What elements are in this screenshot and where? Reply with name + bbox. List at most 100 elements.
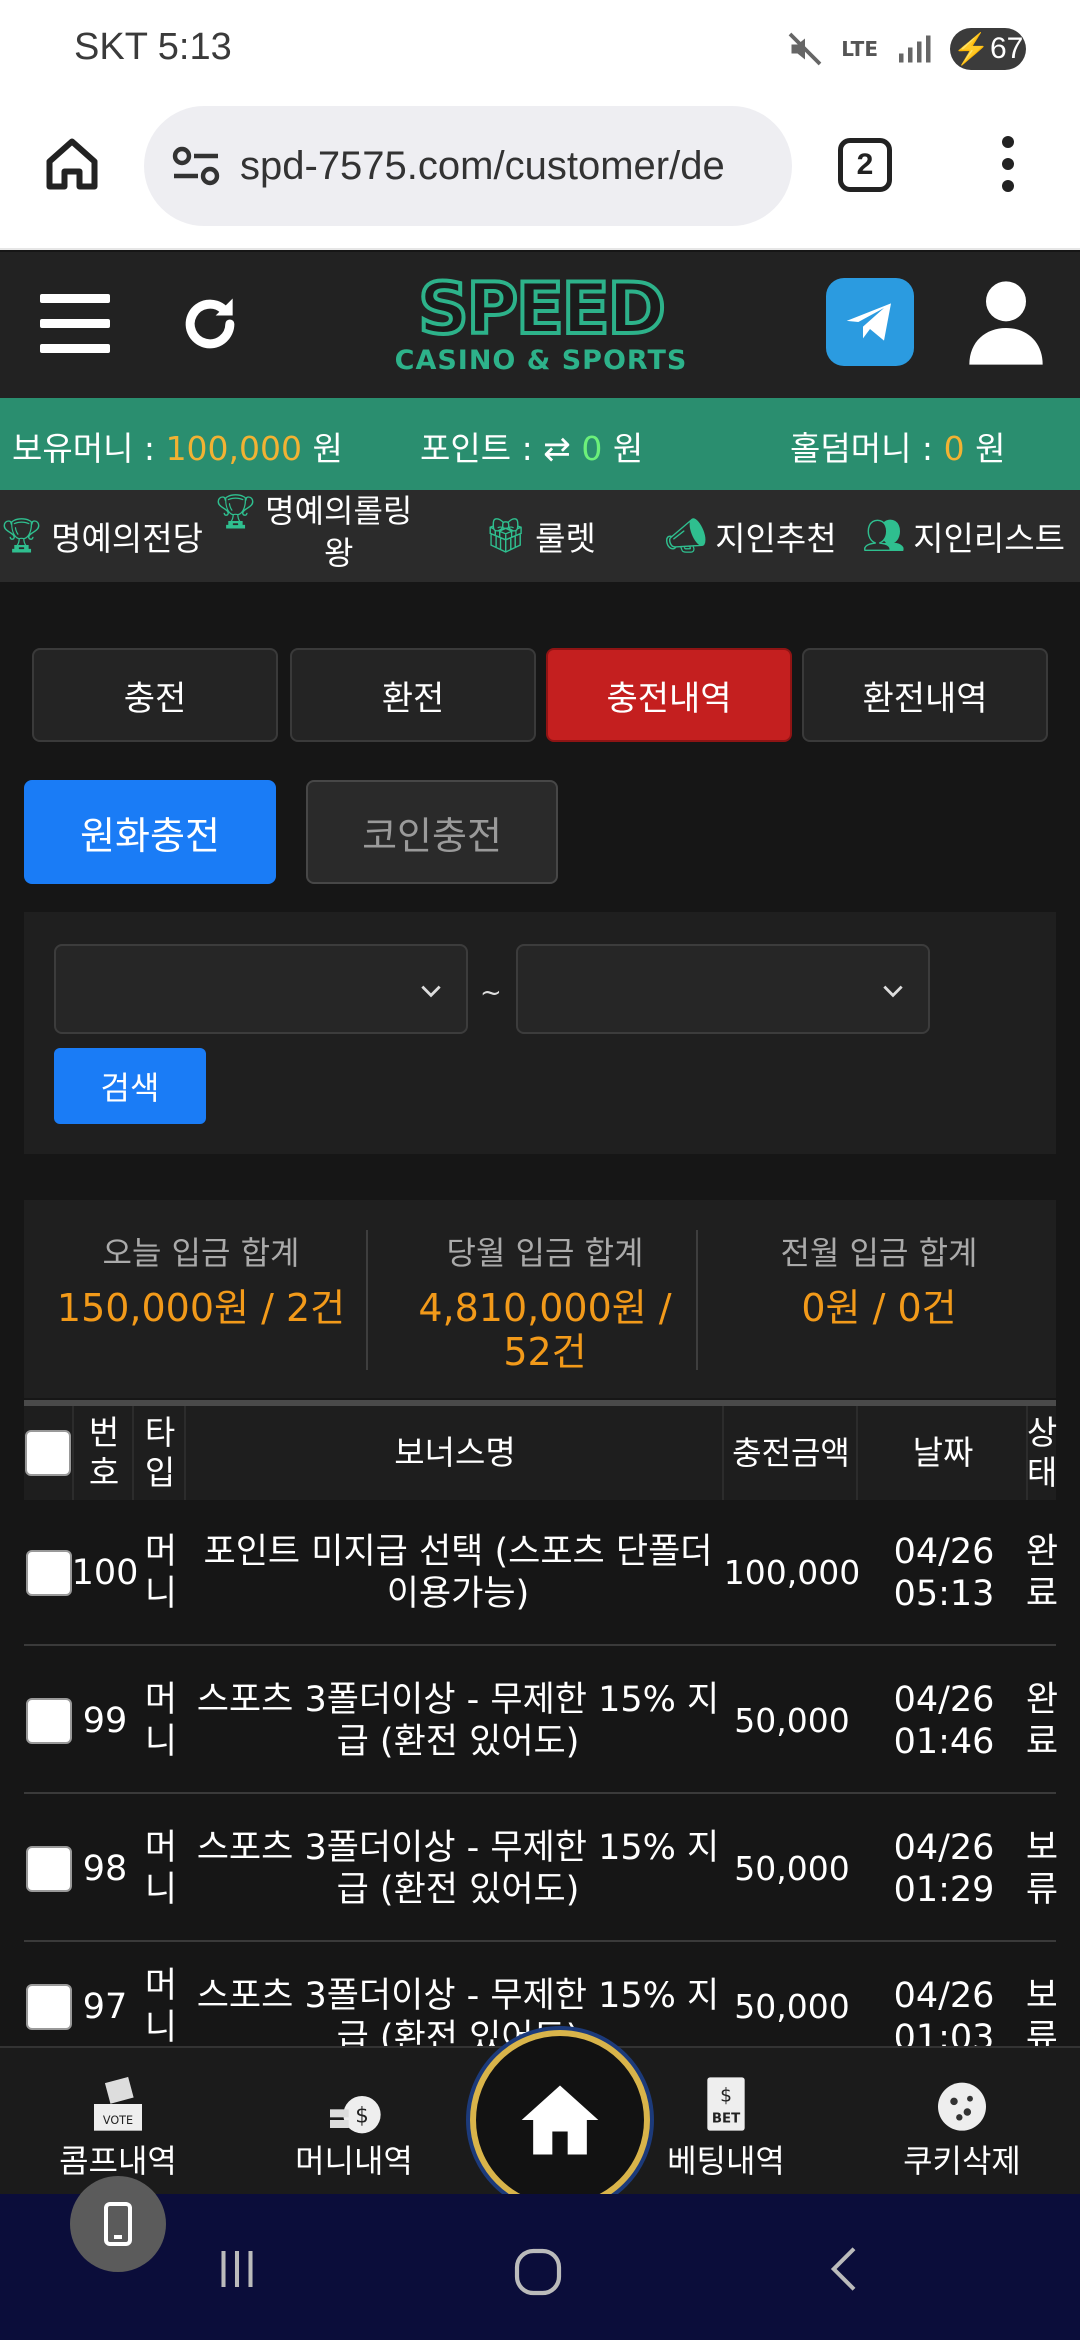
megaphone-icon: 📣︎ <box>664 516 708 556</box>
gift-icon: 🎁︎ <box>484 516 528 556</box>
tab-deposit-history[interactable]: 충전내역 <box>546 648 792 742</box>
menu-hall-of-fame[interactable]: 🏆︎ 명예의전당 <box>0 490 203 582</box>
header-bonus: 보너스명 <box>188 1406 724 1500</box>
date-range-separator: ~ <box>480 978 502 1008</box>
menu-referral[interactable]: 📣︎ 지인추천 <box>664 490 837 582</box>
home-icon <box>521 2085 599 2155</box>
summary-today: 오늘 입금 합계 150,000원 / 2건 <box>36 1228 366 1330</box>
table-row[interactable]: 100 머니 포인트 미지급 선택 (스포츠 단폴더 이용가능) 100,000… <box>24 1500 1058 1646</box>
point-convert-icon[interactable]: ⇄ <box>543 429 571 468</box>
floating-phone-button[interactable] <box>70 2176 166 2272</box>
end-date-select[interactable] <box>516 944 930 1034</box>
row-checkbox-cell <box>24 1944 74 2046</box>
row-status: 완료 <box>1025 1532 1059 1614</box>
row-no: 97 <box>82 1987 128 2027</box>
table-row[interactable]: 98 머니 스포츠 3폴더이상 - 무제한 15% 지급 (환전 있어도) 50… <box>24 1796 1058 1942</box>
row-bonus: 포인트 미지급 선택 (스포츠 단폴더 이용가능) <box>203 1532 713 1614</box>
tab-switcher-button[interactable]: 2 <box>838 138 892 192</box>
select-all-checkbox[interactable] <box>25 1430 71 1476</box>
row-date: 04/26 01:46 <box>893 1680 995 1762</box>
nav-money-history[interactable]: $ 머니내역 <box>254 2064 454 2182</box>
menu-referral-list[interactable]: 👥︎ 지인리스트 <box>862 490 1065 582</box>
home-button[interactable] <box>470 2030 650 2210</box>
table-row[interactable]: 97 머니 스포츠 3폴더이상 - 무제한 15% 지급 (환전 있어도) 50… <box>24 1944 1056 2046</box>
row-no: 100 <box>71 1553 139 1593</box>
browser-toolbar: spd-7575.com/customer/de 2 <box>0 100 1080 250</box>
row-amount: 100,000 <box>723 1553 861 1592</box>
holding-money: 보유머니 : 100,000 원 <box>12 422 343 470</box>
tab-withdraw[interactable]: 환전 <box>290 648 536 742</box>
back-icon[interactable] <box>818 2242 872 2296</box>
summary-divider <box>366 1230 368 1370</box>
site-header: SPEED CASINO & SPORTS <box>0 252 1080 398</box>
table-header: 번호 타입 보너스명 충전금액 날짜 상태 <box>24 1400 1058 1500</box>
site-settings-icon[interactable] <box>170 146 222 186</box>
status-bar: SKT 5:13 LTE ⚡ 67 <box>0 0 1080 100</box>
holdem-money-label: 홀덤머니 : <box>790 429 934 468</box>
menu-label: 명예의롤링 왕 <box>265 492 413 572</box>
holding-money-amount: 100,000 <box>165 429 303 468</box>
holding-money-unit: 원 <box>312 429 343 468</box>
table-row[interactable]: 99 머니 스포츠 3폴더이상 - 무제한 15% 지급 (환전 있어도) 50… <box>24 1648 1058 1794</box>
row-type: 머니 <box>144 1680 178 1762</box>
point-label: 포인트 : <box>420 429 533 468</box>
point-balance: 포인트 : ⇄ 0 원 <box>420 422 643 470</box>
row-date: 04/26 01:03 <box>893 1976 995 2046</box>
hamburger-menu-icon[interactable] <box>40 294 110 354</box>
header-status: 상태 <box>1026 1413 1058 1492</box>
users-icon: 👥︎ <box>862 516 906 556</box>
menu-label: 명예의전당 <box>51 519 203 558</box>
bet-slip-icon: BET $ <box>707 2077 745 2131</box>
cookie-icon <box>938 2082 986 2131</box>
row-checkbox[interactable] <box>26 1550 72 1596</box>
telegram-icon[interactable] <box>826 278 914 366</box>
nav-delete-cookies[interactable]: 쿠키삭제 <box>862 2064 1062 2182</box>
quick-menu: 🏆︎ 명예의전당 🏆︎ 명예의롤링 왕 🎁︎ 룰렛 📣︎ 지인추천 👥︎ 지인리… <box>0 490 1080 582</box>
holdem-money-unit: 원 <box>975 429 1006 468</box>
refresh-icon[interactable] <box>176 290 244 358</box>
row-no: 99 <box>82 1701 128 1741</box>
address-bar[interactable]: spd-7575.com/customer/de <box>144 106 792 226</box>
subtab-coin-deposit[interactable]: 코인충전 <box>306 780 558 884</box>
money-bag-icon: $ <box>330 2096 381 2134</box>
site-logo[interactable]: SPEED CASINO & SPORTS <box>376 272 706 380</box>
home-nav-icon[interactable] <box>510 2244 566 2300</box>
user-account-icon[interactable] <box>966 278 1046 368</box>
phone-icon <box>104 2202 132 2246</box>
start-date-select[interactable] <box>54 944 468 1034</box>
nav-comp-history[interactable]: VOTE 콤프내역 <box>18 2064 218 2182</box>
holdem-money: 홀덤머니 : 0 원 <box>790 422 1005 470</box>
summary-label: 전월 입금 합계 <box>780 1234 978 1272</box>
row-checkbox[interactable] <box>26 1846 72 1892</box>
trophy-icon: 🏆︎ <box>0 516 44 556</box>
summary-value: 0원 / 0건 <box>801 1286 957 1330</box>
menu-label: 지인추천 <box>715 519 837 558</box>
summary-this-month: 당월 입금 합계 4,810,000원 / 52건 <box>380 1228 710 1374</box>
row-date: 04/26 01:29 <box>893 1828 995 1910</box>
chevron-down-icon <box>883 985 903 998</box>
tab-withdraw-history[interactable]: 환전내역 <box>802 648 1048 742</box>
menu-roulette[interactable]: 🎁︎ 룰렛 <box>484 490 596 582</box>
point-unit: 원 <box>612 429 644 468</box>
search-button[interactable]: 검색 <box>54 1048 206 1124</box>
status-carrier-time: SKT 5:13 <box>74 26 232 69</box>
subtab-krw-deposit[interactable]: 원화충전 <box>24 780 276 884</box>
browser-home-icon[interactable] <box>42 134 102 194</box>
header-date: 날짜 <box>860 1406 1028 1500</box>
nav-label: 쿠키삭제 <box>903 2142 1021 2180</box>
menu-rolling-king[interactable]: 🏆︎ 명예의롤링 왕 <box>214 490 412 582</box>
url-text: spd-7575.com/customer/de <box>240 143 725 188</box>
browser-menu-icon[interactable] <box>998 136 1018 196</box>
status-icons: LTE ⚡ 67 <box>787 28 1026 70</box>
header-amount: 충전금액 <box>726 1406 858 1500</box>
nav-label: 베팅내역 <box>667 2142 785 2180</box>
row-checkbox[interactable] <box>26 1698 72 1744</box>
chevron-down-icon <box>421 985 441 998</box>
menu-label: 룰렛 <box>535 519 596 558</box>
tab-deposit[interactable]: 충전 <box>32 648 278 742</box>
recent-apps-icon[interactable] <box>210 2242 264 2296</box>
point-amount: 0 <box>581 429 603 468</box>
row-checkbox[interactable] <box>26 1984 72 2030</box>
row-checkbox-cell <box>24 1796 74 1942</box>
nav-betting-history[interactable]: BET $ 베팅내역 <box>626 2064 826 2182</box>
